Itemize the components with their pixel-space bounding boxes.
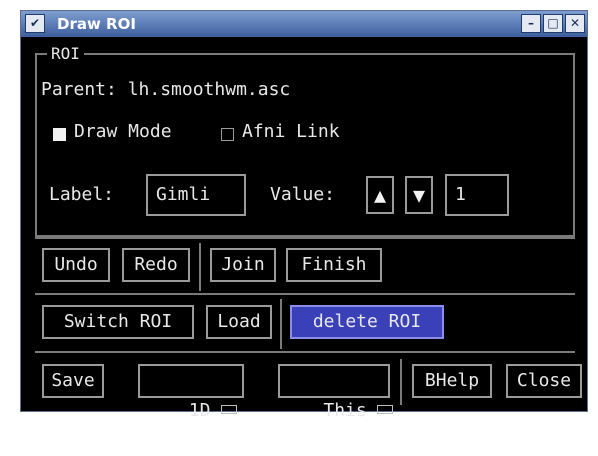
save-button[interactable]: Save <box>42 364 104 398</box>
title-bar[interactable]: ✔ Draw ROI – □ ✕ <box>21 11 587 37</box>
minimize-icon[interactable]: – <box>521 14 541 33</box>
this-label: This <box>323 400 367 421</box>
redo-button[interactable]: Redo <box>122 248 190 282</box>
separator <box>280 299 282 349</box>
separator <box>35 293 575 295</box>
value-caption: Value: <box>270 184 336 205</box>
separator <box>400 359 402 405</box>
afni-link-checkbox[interactable] <box>221 128 234 141</box>
delete-roi-button[interactable]: delete ROI <box>290 305 444 339</box>
finish-button[interactable]: Finish <box>286 248 382 282</box>
draw-roi-window: ✔ Draw ROI – □ ✕ ROI Parent: lh.smoothwm… <box>20 10 588 421</box>
separator <box>199 243 201 291</box>
maximize-icon[interactable]: □ <box>543 14 563 33</box>
label-caption: Label: <box>49 184 115 205</box>
close-button[interactable]: Close <box>506 364 582 398</box>
draw-mode-label: Draw Mode <box>74 121 172 142</box>
roi-group-label: ROI <box>47 44 84 63</box>
undo-button[interactable]: Undo <box>42 248 110 282</box>
this-menu-button[interactable]: This <box>278 364 393 421</box>
parent-surface-text: Parent: lh.smoothwm.asc <box>41 79 291 100</box>
window-title: Draw ROI <box>57 15 136 33</box>
value-decrement-arrow-icon[interactable]: ▼ <box>405 176 433 214</box>
window-menu-icon[interactable]: ✔ <box>25 14 45 33</box>
value-input[interactable]: 1 <box>445 174 509 216</box>
separator <box>35 237 575 239</box>
option-menu-indicator-icon <box>220 404 237 414</box>
close-icon[interactable]: ✕ <box>565 14 585 33</box>
value-increment-arrow-icon[interactable]: ▲ <box>366 176 394 214</box>
join-button[interactable]: Join <box>210 248 276 282</box>
afni-link-label: Afni Link <box>242 121 340 142</box>
switch-roi-button[interactable]: Switch ROI <box>42 305 194 339</box>
separator <box>35 351 575 353</box>
draw-mode-checkbox[interactable] <box>53 128 66 141</box>
mode-1d-menu-button[interactable]: 1D <box>138 364 244 421</box>
bhelp-button[interactable]: BHelp <box>412 364 492 398</box>
label-input[interactable]: Gimli <box>146 174 246 216</box>
mode-1d-label: 1D <box>188 400 211 421</box>
load-button[interactable]: Load <box>206 305 272 339</box>
option-menu-indicator-icon <box>376 404 393 414</box>
